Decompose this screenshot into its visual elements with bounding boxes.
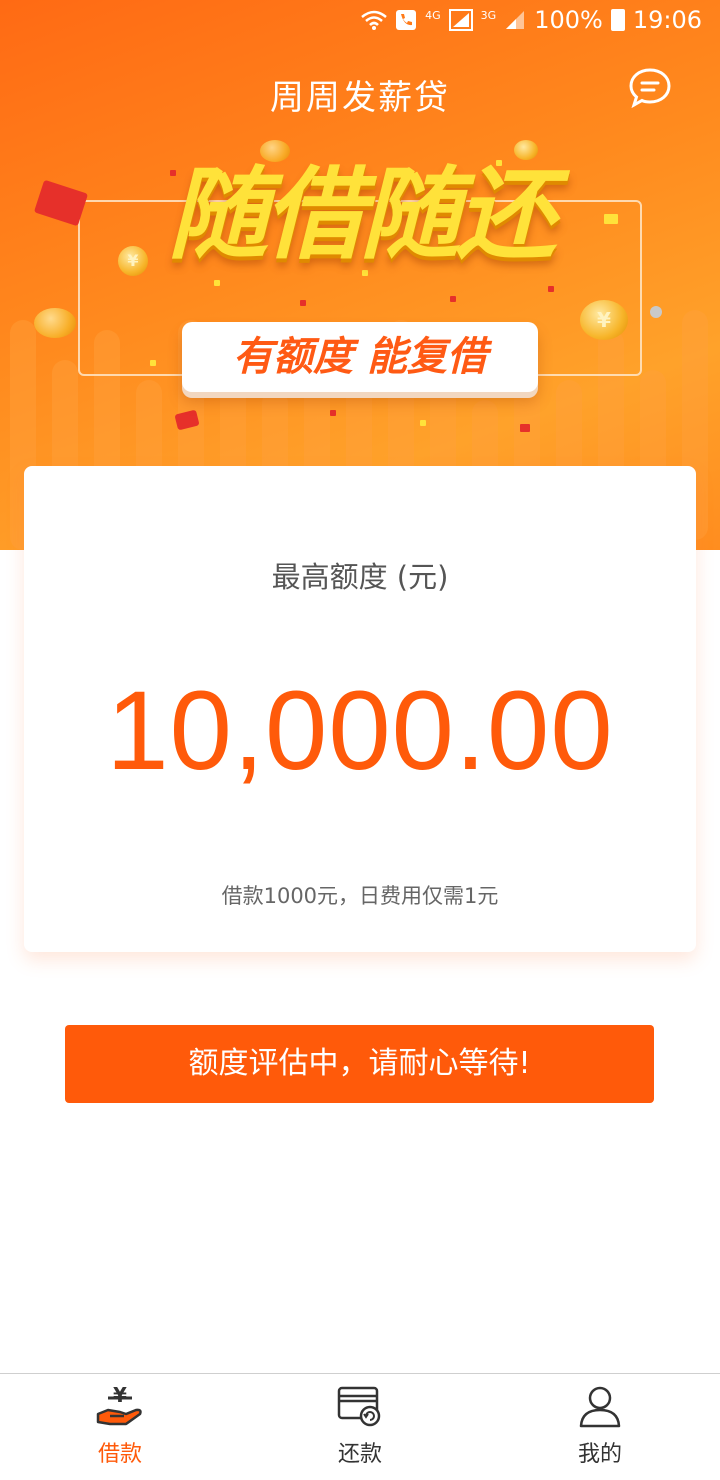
card-refund-icon: [337, 1386, 381, 1427]
user-icon: [579, 1386, 621, 1428]
signal-icon: [506, 11, 525, 29]
credit-limit-label: 最高额度 (元): [271, 560, 449, 594]
hand-yuan-icon: ¥: [96, 1384, 142, 1426]
clock: 19:06: [632, 6, 702, 34]
promo-subline: 有额度 能复借: [182, 322, 538, 392]
battery-percent: 100%: [534, 6, 603, 34]
nav-label-borrow: 借款: [97, 1442, 142, 1467]
credit-limit-card: 最高额度 (元) 10,000.00 借款1000元，日费用仅需1元: [24, 466, 696, 952]
promo-headline: 随借随还: [168, 156, 556, 273]
chat-bubble-icon: [629, 68, 671, 109]
call-icon: [396, 10, 417, 30]
nav-label-repay: 还款: [337, 1442, 382, 1467]
nav-tab-mine[interactable]: 我的: [480, 1374, 720, 1480]
network-type-2: 3G: [480, 9, 497, 22]
signal-icon: [448, 9, 473, 31]
evaluation-status-button[interactable]: 额度评估中，请耐心等待!: [65, 1025, 654, 1103]
credit-limit-amount: 10,000.00: [106, 668, 614, 793]
coin-icon: [34, 308, 76, 338]
nav-label-mine: 我的: [577, 1442, 622, 1467]
nav-tab-borrow[interactable]: ¥ 借款: [0, 1374, 240, 1480]
page-title: 周周发薪贷: [270, 78, 450, 118]
fee-note: 借款1000元，日费用仅需1元: [221, 884, 499, 908]
bottom-nav: ¥ 借款 还款 我的: [0, 1373, 720, 1480]
battery-icon: [610, 9, 625, 31]
nav-tab-repay[interactable]: 还款: [240, 1374, 480, 1480]
coin-icon: ¥: [580, 300, 628, 340]
svg-text:¥: ¥: [113, 1384, 127, 1407]
wifi-icon: [361, 10, 387, 30]
status-bar: 4G 3G 100% 19:06: [0, 0, 720, 44]
chat-button[interactable]: [628, 66, 672, 110]
network-type-1: 4G: [425, 9, 441, 22]
